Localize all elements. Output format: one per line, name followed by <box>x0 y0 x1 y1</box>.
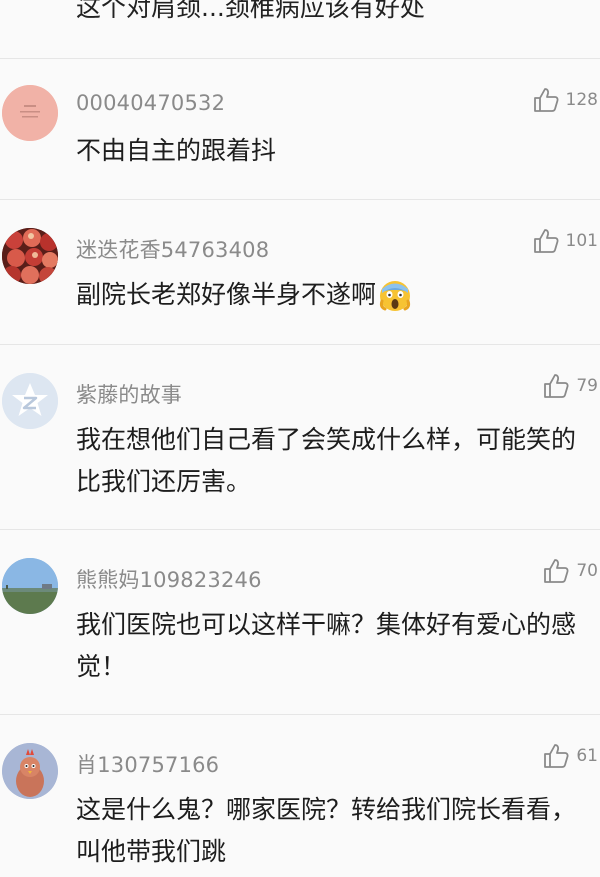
thumbs-up-icon <box>544 374 569 398</box>
like-button[interactable]: 128 <box>532 85 598 115</box>
like-count: 61 <box>576 746 598 766</box>
comment-content: 我们医院也可以这样干嘛？集体好有爱心的感觉！ <box>76 610 577 681</box>
like-button[interactable]: 79 <box>542 371 598 401</box>
comment-text: 副院长老郑好像半身不遂啊 <box>76 280 377 309</box>
username[interactable]: 00040470532 <box>76 91 225 115</box>
comment-content: 这个对肩颈...颈椎病应该有好处 <box>76 0 425 22</box>
avatar[interactable] <box>2 85 58 141</box>
avatar[interactable] <box>2 743 58 799</box>
avatar[interactable] <box>2 228 58 284</box>
comment-content: 这是什么鬼？哪家医院？转给我们院长看看，叫他带我们跳 <box>76 795 577 866</box>
thumbs-up-icon <box>544 744 569 768</box>
comment-item: 紫藤的故事 我在想他们自己看了会笑成什么样，可能笑的比我们还厉害。 79 <box>0 345 600 530</box>
like-count: 101 <box>565 231 598 251</box>
like-count: 128 <box>565 90 598 110</box>
comment-item: 迷迭花香54763408 副院长老郑好像半身不遂啊 101 <box>0 200 600 345</box>
thumbs-up-icon <box>533 229 559 253</box>
comment-content: 我在想他们自己看了会笑成什么样，可能笑的比我们还厉害。 <box>76 425 577 496</box>
like-count: 79 <box>576 376 598 396</box>
partial-comment: 这个对肩颈...颈椎病应该有好处 <box>0 0 600 59</box>
username[interactable]: 紫藤的故事 <box>76 379 182 409</box>
comment-item: 肖130757166 这是什么鬼？哪家医院？转给我们院长看看，叫他带我们跳 61 <box>0 715 600 877</box>
username[interactable]: 熊熊妈109823246 <box>76 564 262 594</box>
screaming-face-emoji <box>379 281 411 311</box>
username[interactable]: 肖130757166 <box>76 749 219 779</box>
like-button[interactable]: 70 <box>542 556 598 586</box>
comment-item: 熊熊妈109823246 我们医院也可以这样干嘛？集体好有爱心的感觉！ 70 <box>0 530 600 715</box>
like-count: 70 <box>576 561 598 581</box>
comment-content: 不由自主的跟着抖 <box>76 136 277 165</box>
like-button[interactable]: 61 <box>542 741 598 771</box>
avatar[interactable] <box>2 373 58 429</box>
comment-item: 00040470532 不由自主的跟着抖 128 <box>0 59 600 200</box>
thumbs-up-icon <box>533 88 559 112</box>
username[interactable]: 迷迭花香54763408 <box>76 234 269 264</box>
comment-content: 副院长老郑好像半身不遂啊 <box>76 274 586 316</box>
like-button[interactable]: 101 <box>532 226 598 256</box>
avatar[interactable] <box>2 558 58 614</box>
thumbs-up-icon <box>544 559 569 583</box>
